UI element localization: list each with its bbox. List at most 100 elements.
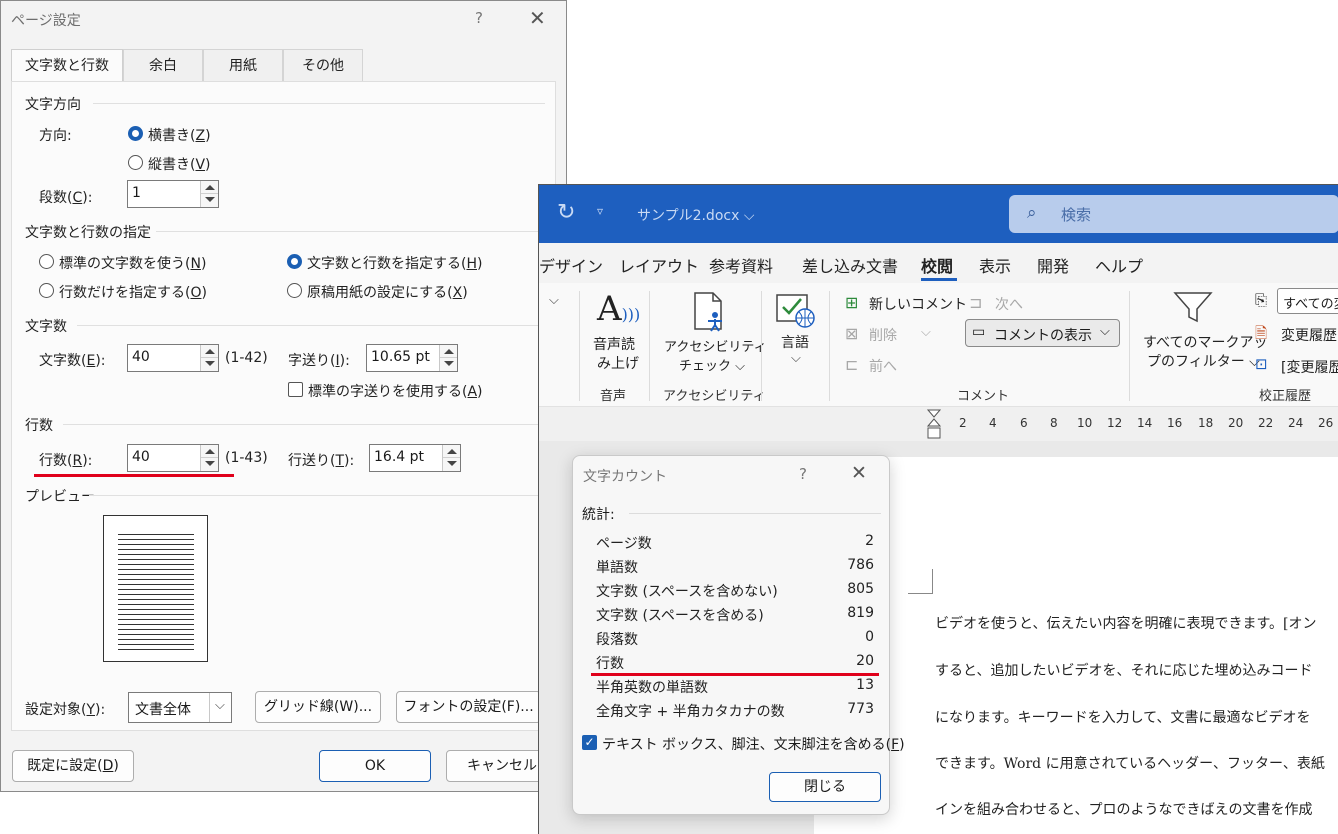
close-icon[interactable]: ✕ (529, 6, 546, 30)
body-line[interactable]: インを組み合わせると、プロのようなできばえの文書を作成 (935, 799, 1312, 819)
new-comment-label[interactable]: 新しいコメント (869, 294, 967, 314)
help-icon[interactable]: ? (799, 465, 807, 483)
line-pitch-spinner[interactable]: 16.4 pt (369, 444, 461, 472)
apply-to-value[interactable]: 文書全体 (135, 699, 191, 719)
spinner-arrows[interactable] (200, 445, 218, 471)
next-comment-icon[interactable]: ⊐ (969, 293, 982, 312)
body-line[interactable]: できます。Word に用意されているヘッダー、フッター、表紙 (935, 753, 1325, 773)
chevron-down-icon[interactable]: ⌵ (1100, 324, 1110, 339)
char-pitch-value[interactable]: 10.65 pt (371, 349, 430, 365)
tab-developer[interactable]: 開発 (1037, 253, 1069, 277)
tab-chars-lines[interactable]: 文字数と行数 (11, 49, 123, 83)
radio-standard-chars-label[interactable]: 標準の文字数を使う(N) (59, 253, 206, 273)
tab-other[interactable]: その他 (283, 49, 363, 81)
spinner-arrows[interactable] (439, 345, 457, 371)
accessibility-label-1[interactable]: アクセシビリティ (664, 336, 767, 355)
display-for-review-select[interactable]: すべての変 (1277, 288, 1338, 314)
radio-manuscript-label[interactable]: 原稿用紙の設定にする(X) (307, 282, 468, 302)
previous-comment-label[interactable]: 前へ (869, 356, 897, 376)
tab-paper[interactable]: 用紙 (203, 49, 283, 81)
next-comment-label[interactable]: 次へ (995, 294, 1023, 314)
tab-layout[interactable]: レイアウト (619, 253, 699, 277)
radio-chars-and-lines-label[interactable]: 文字数と行数を指定する(H) (307, 253, 482, 273)
accessibility-label-2[interactable]: チェック ⌵ (679, 355, 745, 374)
search-box[interactable]: ⌕ 検索 (1009, 195, 1338, 233)
redo-icon[interactable]: ↻ (557, 200, 575, 225)
radio-vertical[interactable] (128, 155, 143, 170)
spinner-arrows[interactable] (442, 445, 460, 471)
show-comments-button[interactable]: ▭ コメントの表示 ⌵ (965, 319, 1120, 347)
grid-lines-button[interactable]: グリッド線(W)... (255, 691, 381, 723)
language-label[interactable]: 言語 (781, 332, 809, 352)
tab-view[interactable]: 表示 (979, 253, 1011, 277)
line-pitch-value[interactable]: 16.4 pt (374, 449, 424, 465)
chevron-down-icon[interactable]: ⌵ (215, 698, 225, 713)
display-for-review-value[interactable]: すべての変 (1283, 293, 1338, 312)
markup-filter-label-1[interactable]: すべてのマークアッ (1143, 332, 1267, 352)
checkbox-standard-pitch-label[interactable]: 標準の字送りを使用する(A) (308, 381, 483, 401)
delete-comment-icon[interactable]: ⊠ (845, 324, 858, 343)
body-line[interactable]: になります。キーワードを入力して、文書に最適なビデオを (935, 707, 1310, 727)
search-placeholder[interactable]: 検索 (1061, 204, 1091, 225)
track-changes-label[interactable]: 変更履歴 (1281, 325, 1337, 345)
apply-to-select[interactable]: 文書全体 ⌵ (128, 692, 232, 723)
delete-comment-label[interactable]: 削除 (869, 325, 897, 345)
body-line[interactable]: すると、追加したいビデオを、それに応じた埋め込みコード (935, 660, 1312, 680)
radio-horizontal-label[interactable]: 横書き(Z) (148, 125, 211, 145)
radio-vertical-label[interactable]: 縦書き(V) (148, 154, 211, 174)
radio-horizontal[interactable] (128, 126, 143, 141)
read-aloud-label-1[interactable]: 音声読 (593, 334, 635, 354)
previous-comment-icon[interactable]: ⊏ (845, 355, 858, 374)
horizontal-ruler[interactable]: 2 4 6 8 10 12 14 16 18 20 22 24 26 (539, 407, 1338, 441)
markup-filter-label-2[interactable]: プのフィルター ⌵ (1147, 351, 1260, 371)
body-line[interactable]: ビデオを使うと、伝えたい内容を明確に表現できます。[オン (935, 613, 1317, 633)
show-comments-label[interactable]: コメントの表示 (994, 325, 1092, 345)
columns-spinner[interactable]: 1 (127, 180, 219, 208)
radio-lines-only[interactable] (39, 283, 54, 298)
radio-chars-and-lines[interactable] (287, 254, 302, 269)
tab-review[interactable]: 校閲 (921, 253, 953, 277)
radio-manuscript[interactable] (287, 283, 302, 298)
reviewing-pane-icon[interactable]: ⊡ (1255, 355, 1268, 373)
checkbox-standard-pitch[interactable] (288, 382, 303, 397)
chars-spinner[interactable]: 40 (127, 344, 219, 372)
radio-standard-chars[interactable] (39, 254, 54, 269)
checkbox-include-textboxes[interactable]: ✓ (582, 735, 597, 750)
accessibility-check-icon[interactable] (689, 291, 729, 333)
ok-button[interactable]: OK (319, 750, 431, 782)
char-pitch-spinner[interactable]: 10.65 pt (366, 344, 458, 372)
spinner-arrows[interactable] (200, 181, 218, 207)
chars-value[interactable]: 40 (132, 349, 150, 365)
customize-toolbar-icon[interactable]: ▿ (597, 204, 603, 218)
display-for-review-icon[interactable]: ⎘ (1255, 291, 1267, 309)
read-aloud-icon[interactable]: A))) (597, 289, 640, 329)
tab-help[interactable]: ヘルプ (1095, 253, 1143, 277)
indent-marker-icon[interactable] (927, 409, 941, 439)
chevron-down-icon[interactable]: ⌵ (791, 351, 801, 366)
help-icon[interactable]: ? (475, 9, 483, 27)
markup-filter-icon[interactable] (1171, 289, 1215, 325)
radio-lines-only-label[interactable]: 行数だけを指定する(O) (59, 282, 207, 302)
tab-design[interactable]: デザイン (539, 253, 603, 277)
document-name[interactable]: サンプル2.docx ⌵ (637, 205, 754, 225)
close-button[interactable]: 閉じる (769, 772, 881, 802)
tab-mailings[interactable]: 差し込み文書 (802, 253, 898, 277)
lines-spinner[interactable]: 40 (127, 444, 219, 472)
close-icon[interactable]: ✕ (851, 462, 867, 484)
track-changes-icon[interactable]: 🗎 (1255, 323, 1267, 348)
read-aloud-label-2[interactable]: み上げ (597, 353, 639, 373)
chevron-down-icon[interactable]: ⌵ (921, 325, 931, 340)
lines-value[interactable]: 40 (132, 449, 150, 465)
columns-value[interactable]: 1 (132, 185, 141, 201)
new-comment-icon[interactable]: ⊞ (845, 293, 858, 312)
reviewing-pane-label[interactable]: [変更履歴 (1281, 357, 1338, 377)
chevron-down-icon[interactable]: ⌵ (549, 293, 559, 308)
language-icon[interactable] (775, 291, 817, 329)
set-default-button[interactable]: 既定に設定(D) (12, 750, 134, 782)
font-settings-button[interactable]: フォントの設定(F)... (396, 691, 541, 723)
tab-margins[interactable]: 余白 (123, 49, 203, 81)
document-page[interactable]: ビデオを使うと、伝えたい内容を明確に表現できます。[オン すると、追加したいビデ… (814, 457, 1338, 834)
spinner-arrows[interactable] (200, 345, 218, 371)
tab-references[interactable]: 参考資料 (709, 253, 773, 277)
checkbox-include-textboxes-label[interactable]: テキスト ボックス、脚注、文末脚注を含める(F) (602, 734, 905, 754)
